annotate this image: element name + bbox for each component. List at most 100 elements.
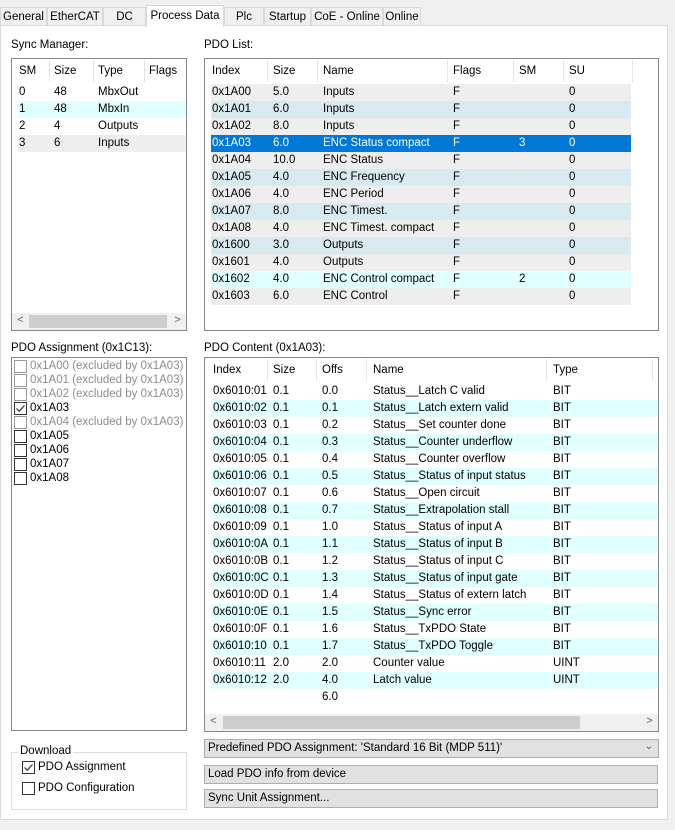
column-header-flags[interactable]: Flags (149, 65, 177, 77)
column-header-index[interactable]: Index (212, 65, 240, 77)
table-row[interactable]: 0x6010:0E 0.1 1.5 Status__Sync error BIT (211, 604, 658, 621)
tab-general[interactable]: General (0, 7, 47, 26)
table-row[interactable]: 0x1A02 8.0 Inputs F 0 (211, 118, 631, 135)
column-divider[interactable] (563, 60, 564, 82)
column-header-size[interactable]: Size (273, 364, 295, 376)
table-row[interactable]: 6.0 (211, 689, 658, 706)
column-header-name[interactable]: Name (323, 65, 354, 77)
table-row[interactable]: 0x1A08 4.0 ENC Timest. compact F 0 (211, 220, 631, 237)
table-row[interactable]: 0 48 MbxOut (18, 84, 186, 101)
pdo-assignment-list[interactable]: 0x1A00 (excluded by 0x1A03) 0x1A01 (exclu… (11, 357, 187, 731)
checkbox-icon[interactable] (14, 458, 27, 471)
column-divider[interactable] (513, 60, 514, 82)
predefined-pdo-assignment-dropdown[interactable]: Predefined PDO Assignment: 'Standard 16 … (204, 739, 659, 758)
pdo-content-list[interactable]: Index Size Offs Name Type 0x6010:01 0.1 0.0 Sta… (204, 357, 659, 732)
column-divider[interactable] (144, 60, 145, 82)
table-row[interactable]: 0x6010:0F 0.1 1.6 Status__TxPDO State BIT (211, 621, 658, 638)
tab-startup[interactable]: Startup (264, 7, 311, 26)
column-divider[interactable] (652, 359, 653, 381)
checkbox-icon[interactable] (22, 761, 35, 774)
column-divider[interactable] (366, 359, 367, 381)
column-header-index[interactable]: Index (213, 364, 241, 376)
cell-flags: F (453, 205, 461, 217)
column-divider[interactable] (267, 60, 268, 82)
scroll-left-icon[interactable]: < (12, 314, 29, 326)
column-header-sm[interactable]: SM (519, 65, 536, 77)
table-row[interactable]: 0x1A05 4.0 ENC Frequency F 0 (211, 169, 631, 186)
table-row[interactable]: 0x6010:05 0.1 0.4 Status__Counter overflow B… (211, 451, 658, 468)
scroll-right-icon[interactable]: > (641, 715, 658, 727)
column-header-name[interactable]: Name (373, 364, 404, 376)
column-header-type[interactable]: Type (553, 364, 578, 376)
table-row[interactable]: 0x6010:01 0.1 0.0 Status__Latch C valid BIT (211, 383, 658, 400)
table-row[interactable]: 0x1A00 5.0 Inputs F 0 (211, 84, 631, 101)
table-row[interactable]: 0x1602 4.0 ENC Control compact F 2 0 (211, 271, 631, 288)
table-row[interactable]: 3 6 Inputs (18, 135, 186, 152)
table-row[interactable]: 0x6010:0C 0.1 1.3 Status__Status of input g… (211, 570, 658, 587)
table-row[interactable]: 0x1A03 6.0 ENC Status compact F 3 0 (211, 135, 631, 152)
column-divider[interactable] (316, 359, 317, 381)
tab-ethercat[interactable]: EtherCAT (47, 7, 103, 26)
column-header-sm[interactable]: SM (19, 65, 36, 77)
cell-offs: 4.0 (322, 674, 338, 686)
cell-type: BIT (553, 504, 571, 516)
table-row[interactable]: 0x6010:06 0.1 0.5 Status__Status of input s… (211, 468, 658, 485)
load-pdo-info-button[interactable]: Load PDO info from device (204, 765, 658, 784)
checkbox-icon[interactable] (14, 444, 27, 457)
column-divider[interactable] (317, 60, 318, 82)
column-divider[interactable] (267, 359, 268, 381)
tab-coe-online[interactable]: CoE - Online (311, 7, 383, 26)
table-row[interactable]: 0x6010:08 0.1 0.7 Status__Extrapolation sta… (211, 502, 658, 519)
table-row[interactable]: 0x1603 6.0 ENC Control F 0 (211, 288, 631, 305)
table-row[interactable]: 0x1601 4.0 Outputs F 0 (211, 254, 631, 271)
table-row[interactable]: 1 48 MbxIn (18, 101, 186, 118)
tab-process-data[interactable]: Process Data (146, 5, 224, 27)
tab-dc[interactable]: DC (103, 7, 146, 26)
column-divider[interactable] (447, 60, 448, 82)
checkbox-checked-icon[interactable] (14, 402, 27, 415)
column-header-flags[interactable]: Flags (453, 65, 481, 77)
checkbox-icon[interactable] (22, 782, 35, 795)
table-row[interactable]: 0x1A01 6.0 Inputs F 0 (211, 101, 631, 118)
cell-size: 0.1 (273, 623, 289, 635)
scroll-thumb[interactable] (29, 315, 167, 328)
table-row[interactable]: 0x6010:03 0.1 0.2 Status__Set counter done B… (211, 417, 658, 434)
column-divider[interactable] (49, 60, 50, 82)
sync-manager-hscrollbar[interactable]: < > (12, 313, 186, 330)
sync-unit-assignment-button[interactable]: Sync Unit Assignment... (204, 789, 658, 808)
column-divider[interactable] (632, 60, 633, 82)
checkbox-icon[interactable] (14, 430, 27, 443)
table-row[interactable]: 0x1A07 8.0 ENC Timest. F 0 (211, 203, 631, 220)
column-divider[interactable] (546, 359, 547, 381)
column-header-type[interactable]: Type (98, 65, 123, 77)
pdo-content-hscrollbar[interactable]: < > (205, 714, 658, 731)
table-row[interactable]: 2 4 Outputs (18, 118, 186, 135)
column-header-offs[interactable]: Offs (322, 364, 343, 376)
table-row[interactable]: 0x6010:0D 0.1 1.4 Status__Status of extern … (211, 587, 658, 604)
table-row[interactable]: 0x6010:04 0.1 0.3 Status__Counter underflow… (211, 434, 658, 451)
tab-plc[interactable]: Plc (224, 7, 264, 26)
scroll-left-icon[interactable]: < (205, 715, 222, 727)
table-row[interactable]: 0x1A06 4.0 ENC Period F 0 (211, 186, 631, 203)
table-row[interactable]: 0x6010:07 0.1 0.6 Status__Open circuit BIT (211, 485, 658, 502)
table-row[interactable]: 0x6010:12 2.0 4.0 Latch value UINT (211, 672, 658, 689)
table-row[interactable]: 0x6010:0B 0.1 1.2 Status__Status of input C… (211, 553, 658, 570)
table-row[interactable]: 0x1600 3.0 Outputs F 0 (211, 237, 631, 254)
scroll-thumb[interactable] (223, 716, 580, 729)
column-header-size[interactable]: Size (273, 65, 295, 77)
table-row[interactable]: 0x6010:09 0.1 1.0 Status__Status of input A… (211, 519, 658, 536)
column-divider[interactable] (93, 60, 94, 82)
scroll-right-icon[interactable]: > (169, 314, 186, 326)
table-row[interactable]: 0x6010:10 0.1 1.7 Status__TxPDO Toggle BIT (211, 638, 658, 655)
table-row[interactable]: 0x6010:0A 0.1 1.1 Status__Status of input B… (211, 536, 658, 553)
tab-online[interactable]: Online (383, 7, 421, 26)
column-header-su[interactable]: SU (569, 65, 585, 77)
cell-name: ENC Control compact (323, 273, 435, 285)
checkbox-icon[interactable] (14, 472, 27, 485)
column-header-size[interactable]: Size (54, 65, 76, 77)
pdo-list[interactable]: Index Size Name Flags SM SU 0x1A00 5.0 Inputs F 0… (204, 58, 659, 331)
table-row[interactable]: 0x6010:02 0.1 0.1 Status__Latch extern vali… (211, 400, 658, 417)
table-row[interactable]: 0x6010:11 2.0 2.0 Counter value UINT (211, 655, 658, 672)
table-row[interactable]: 0x1A04 10.0 ENC Status F 0 (211, 152, 631, 169)
sync-manager-list[interactable]: SM Size Type Flags 0 48 MbxOut 1 48 MbxIn 2 4 Outpu… (11, 58, 187, 331)
